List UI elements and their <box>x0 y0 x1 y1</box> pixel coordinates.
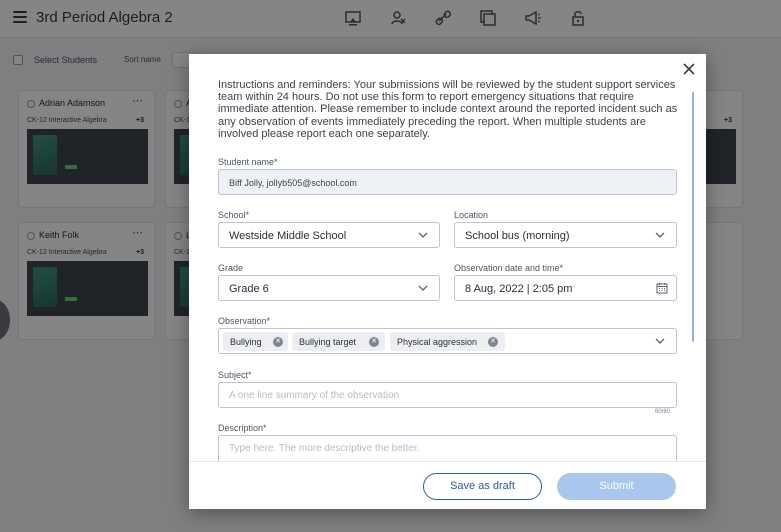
observation-report-dialog: Instructions and reminders: Your submiss… <box>189 54 706 509</box>
observation-tag: Bullying target ✕ <box>292 332 385 351</box>
subject-label: Subject* <box>218 370 252 380</box>
description-textarea[interactable]: Type here. The more descriptive the bett… <box>218 435 677 461</box>
student-name-field: Biff Jolly, jollyb505@school.com <box>218 169 677 195</box>
location-select[interactable]: School bus (morning) <box>454 222 677 248</box>
school-label: School* <box>218 210 250 220</box>
dialog-footer: Save as draft Submit <box>189 461 706 509</box>
submit-button[interactable]: Submit <box>557 473 676 500</box>
school-select[interactable]: Westside Middle School <box>218 222 440 248</box>
remove-tag-icon[interactable]: ✕ <box>369 337 379 347</box>
observation-multiselect[interactable]: Bullying ✕ Bullying target ✕ Physical ag… <box>218 328 677 354</box>
save-as-draft-button[interactable]: Save as draft <box>423 473 542 500</box>
subject-placeholder: A one line summary of the observation <box>229 390 400 401</box>
description-placeholder: Type here. The more descriptive the bett… <box>229 443 420 454</box>
observation-date-value: 8 Aug, 2022 | 2:05 pm <box>465 283 573 295</box>
location-value: School bus (morning) <box>465 230 570 242</box>
observation-label: Observation* <box>218 316 271 326</box>
tag-label: Bullying <box>230 337 262 347</box>
student-name-label: Student name* <box>218 157 278 167</box>
subject-char-counter: 60/60 <box>655 409 671 415</box>
grade-label: Grade <box>218 263 244 273</box>
student-name-value: Biff Jolly, jollyb505@school.com <box>229 178 357 188</box>
remove-tag-icon[interactable]: ✕ <box>273 337 283 347</box>
subject-input[interactable]: A one line summary of the observation <box>218 382 677 408</box>
chevron-down-icon <box>418 285 428 291</box>
chevron-down-icon <box>655 338 665 344</box>
location-label: Location <box>454 210 489 220</box>
form-scroll-area[interactable]: Instructions and reminders: Your submiss… <box>189 54 706 461</box>
description-label: Description* <box>218 423 267 433</box>
school-value: Westside Middle School <box>229 230 347 242</box>
observation-date-label: Observation date and time* <box>454 263 564 273</box>
observation-date-picker[interactable]: 8 Aug, 2022 | 2:05 pm <box>454 275 677 301</box>
close-icon[interactable] <box>682 62 696 76</box>
instructions-text: Instructions and reminders: Your submiss… <box>218 79 678 140</box>
chevron-down-icon <box>418 232 428 238</box>
observation-tag: Physical aggression ✕ <box>390 332 505 351</box>
tag-label: Bullying target <box>299 337 357 347</box>
grade-select[interactable]: Grade 6 <box>218 275 440 301</box>
chevron-down-icon <box>655 232 665 238</box>
scrollbar[interactable] <box>692 92 694 342</box>
tag-label: Physical aggression <box>397 337 478 347</box>
calendar-icon[interactable] <box>656 282 668 294</box>
remove-tag-icon[interactable]: ✕ <box>488 337 498 347</box>
grade-value: Grade 6 <box>229 283 269 295</box>
observation-tag: Bullying ✕ <box>223 332 288 351</box>
